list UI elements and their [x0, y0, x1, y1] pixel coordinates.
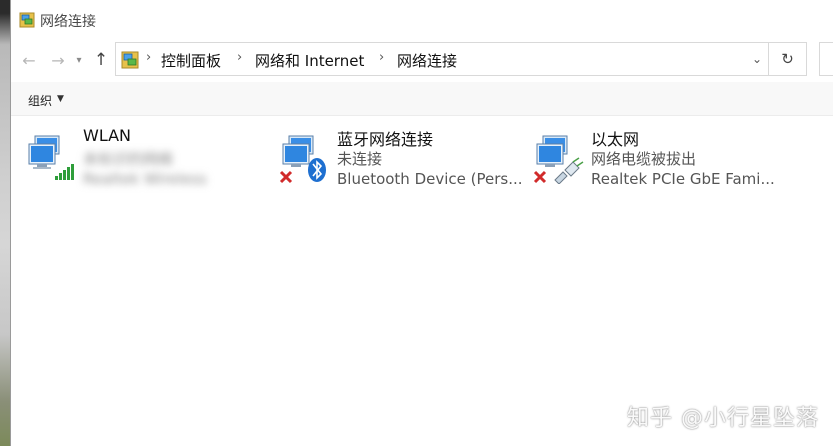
- breadcrumb-separator-icon[interactable]: ›: [379, 50, 384, 65]
- connection-status: 未标识的网络: [83, 150, 174, 168]
- connection-item-ethernet[interactable]: 以太网 网络电缆被拔出 Realtek PCIe GbE Fami...: [533, 126, 783, 192]
- explorer-window: 网络连接 ← → ▾ ↑ › 控制面板 › 网络和 Internet › 网络连…: [11, 0, 833, 446]
- back-arrow-icon[interactable]: ←: [19, 50, 39, 70]
- wifi-signal-icon: [25, 130, 77, 184]
- watermark-text: 知乎 @小行星坠落: [627, 406, 819, 431]
- connection-name: WLAN: [83, 126, 132, 145]
- window-title: 网络连接: [40, 14, 96, 30]
- desktop-background: [0, 0, 11, 446]
- breadcrumb-control-panel[interactable]: 控制面板: [161, 50, 221, 71]
- search-input[interactable]: [819, 42, 833, 76]
- bluetooth-icon: [279, 130, 331, 184]
- connection-device: Realtek PCIe GbE Fami...: [591, 170, 775, 188]
- breadcrumb-network-internet[interactable]: 网络和 Internet: [255, 50, 364, 71]
- connection-item-bluetooth[interactable]: 蓝牙网络连接 未连接 Bluetooth Device (Pers...: [279, 126, 529, 192]
- breadcrumb-separator-icon[interactable]: ›: [237, 50, 242, 65]
- breadcrumb-separator-icon[interactable]: ›: [146, 50, 151, 65]
- refresh-icon[interactable]: ↻: [769, 42, 807, 76]
- connection-status: 未连接: [337, 150, 383, 168]
- breadcrumb-network-connections[interactable]: 网络连接: [397, 50, 457, 71]
- connection-name: 蓝牙网络连接: [337, 130, 434, 149]
- control-panel-icon: [121, 51, 139, 69]
- connection-name: 以太网: [591, 130, 640, 149]
- recent-locations-chevron-down-icon[interactable]: ▾: [73, 50, 85, 70]
- organize-caret-icon[interactable]: ▼: [57, 94, 64, 104]
- connections-list: WLAN 未标识的网络 Realtek Wireless 蓝牙网络连接 未连接: [11, 116, 833, 446]
- command-bar: 组织 ▼: [11, 82, 833, 116]
- connection-item-wlan[interactable]: WLAN 未标识的网络 Realtek Wireless: [25, 126, 275, 192]
- network-connections-icon: [19, 12, 35, 28]
- title-bar: 网络连接: [11, 0, 833, 40]
- address-bar[interactable]: › 控制面板 › 网络和 Internet › 网络连接 ⌄: [115, 42, 769, 76]
- connection-status: 网络电缆被拔出: [591, 150, 697, 168]
- navigation-bar: ← → ▾ ↑ › 控制面板 › 网络和 Internet › 网络连接 ⌄ ↻: [11, 40, 833, 80]
- organize-menu-button[interactable]: 组织: [28, 92, 52, 109]
- connection-device: Realtek Wireless: [83, 170, 207, 188]
- ethernet-cable-icon: [533, 130, 585, 185]
- forward-arrow-icon[interactable]: →: [48, 50, 68, 70]
- address-dropdown-chevron-down-icon[interactable]: ⌄: [746, 43, 768, 75]
- up-arrow-icon[interactable]: ↑: [91, 50, 111, 70]
- connection-device: Bluetooth Device (Pers...: [337, 170, 523, 188]
